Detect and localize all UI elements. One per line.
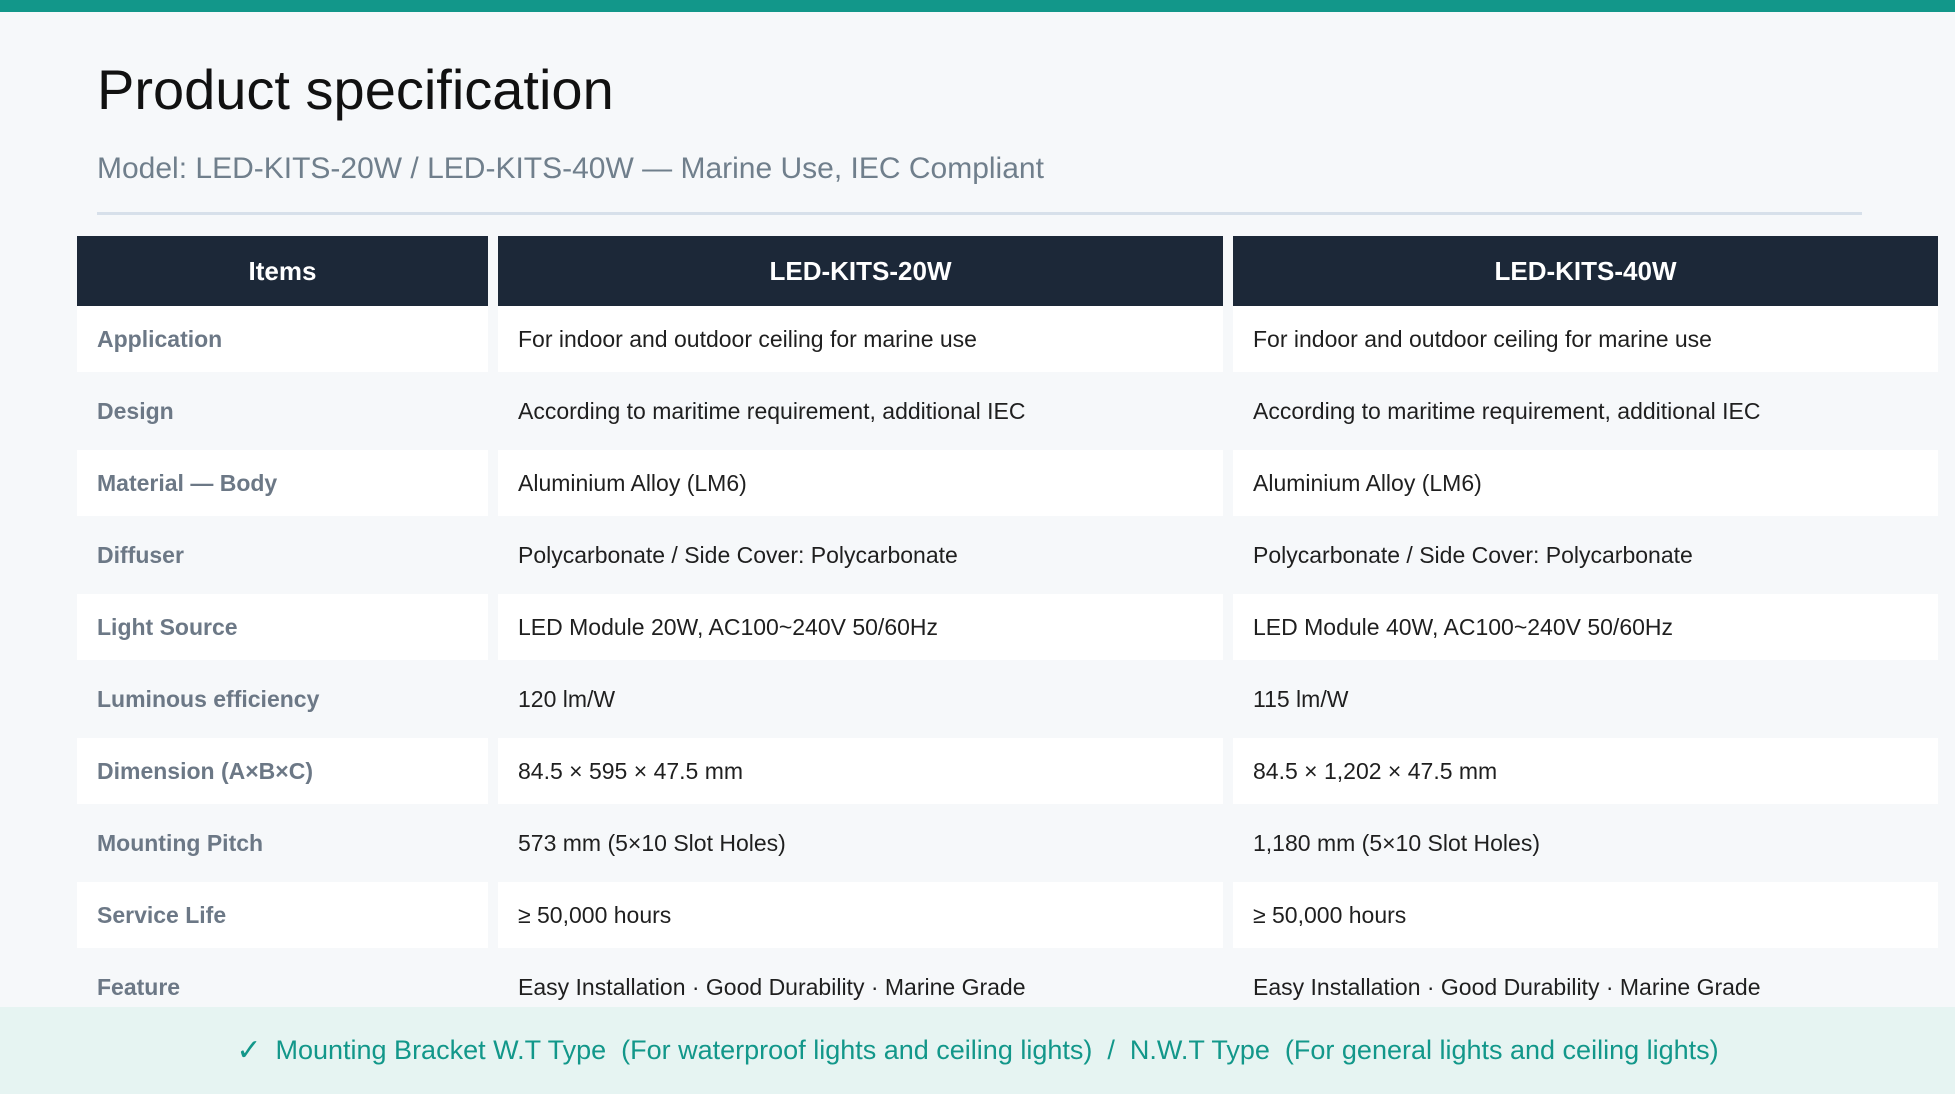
header-led-kits-20w: LED-KITS-20W: [498, 236, 1223, 306]
row-item-label: Luminous efficiency: [77, 666, 488, 738]
table-row: Diffuser Polycarbonate / Side Cover: Pol…: [77, 522, 1938, 594]
row-value-20w: Polycarbonate / Side Cover: Polycarbonat…: [498, 522, 1223, 594]
row-item-label: Light Source: [77, 594, 488, 666]
row-value-40w: For indoor and outdoor ceiling for marin…: [1233, 306, 1938, 378]
row-value-40w: 84.5 × 1,202 × 47.5 mm: [1233, 738, 1938, 810]
row-value-20w: For indoor and outdoor ceiling for marin…: [498, 306, 1223, 378]
row-value-20w: LED Module 20W, AC100~240V 50/60Hz: [498, 594, 1223, 666]
row-value-40w: According to maritime requirement, addit…: [1233, 378, 1938, 450]
table-row: Service Life ≥ 50,000 hours ≥ 50,000 hou…: [77, 882, 1938, 954]
row-value-40w: Polycarbonate / Side Cover: Polycarbonat…: [1233, 522, 1938, 594]
checkmark-icon: ✓: [236, 1033, 262, 1068]
row-value-40w: Aluminium Alloy (LM6): [1233, 450, 1938, 522]
table-row: Material — Body Aluminium Alloy (LM6) Al…: [77, 450, 1938, 522]
footer-note-text: Mounting Bracket W.T Type (For waterproo…: [275, 1035, 1719, 1065]
row-item-label: Material — Body: [77, 450, 488, 522]
row-value-40w: 1,180 mm (5×10 Slot Holes): [1233, 810, 1938, 882]
table-row: Dimension (A×B×C) 84.5 × 595 × 47.5 mm 8…: [77, 738, 1938, 810]
row-value-20w: Aluminium Alloy (LM6): [498, 450, 1223, 522]
footer-note: ✓ Mounting Bracket W.T Type (For waterpr…: [236, 1033, 1718, 1068]
title-divider: [97, 212, 1862, 215]
row-value-20w: According to maritime requirement, addit…: [498, 378, 1223, 450]
row-item-label: Service Life: [77, 882, 488, 954]
footer-note-bar: ✓ Mounting Bracket W.T Type (For waterpr…: [0, 1007, 1955, 1094]
table-row: Mounting Pitch 573 mm (5×10 Slot Holes) …: [77, 810, 1938, 882]
row-value-40w: LED Module 40W, AC100~240V 50/60Hz: [1233, 594, 1938, 666]
spec-table: Items LED-KITS-20W LED-KITS-40W Applicat…: [67, 236, 1948, 1026]
row-item-label: Design: [77, 378, 488, 450]
page-title: Product specification: [97, 58, 614, 121]
row-item-label: Mounting Pitch: [77, 810, 488, 882]
row-value-40w: 115 lm/W: [1233, 666, 1938, 738]
page-subtitle: Model: LED-KITS-20W / LED-KITS-40W — Mar…: [97, 152, 1044, 185]
table-header-row: Items LED-KITS-20W LED-KITS-40W: [77, 236, 1938, 306]
top-accent-bar: [0, 0, 1955, 12]
table-row: Light Source LED Module 20W, AC100~240V …: [77, 594, 1938, 666]
row-value-20w: 84.5 × 595 × 47.5 mm: [498, 738, 1223, 810]
header-led-kits-40w: LED-KITS-40W: [1233, 236, 1938, 306]
row-item-label: Application: [77, 306, 488, 378]
row-value-20w: 573 mm (5×10 Slot Holes): [498, 810, 1223, 882]
table-row: Luminous efficiency 120 lm/W 115 lm/W: [77, 666, 1938, 738]
table-row: Application For indoor and outdoor ceili…: [77, 306, 1938, 378]
row-value-40w: ≥ 50,000 hours: [1233, 882, 1938, 954]
row-value-20w: ≥ 50,000 hours: [498, 882, 1223, 954]
row-item-label: Diffuser: [77, 522, 488, 594]
row-item-label: Dimension (A×B×C): [77, 738, 488, 810]
row-value-20w: 120 lm/W: [498, 666, 1223, 738]
header-items: Items: [77, 236, 488, 306]
table-row: Design According to maritime requirement…: [77, 378, 1938, 450]
